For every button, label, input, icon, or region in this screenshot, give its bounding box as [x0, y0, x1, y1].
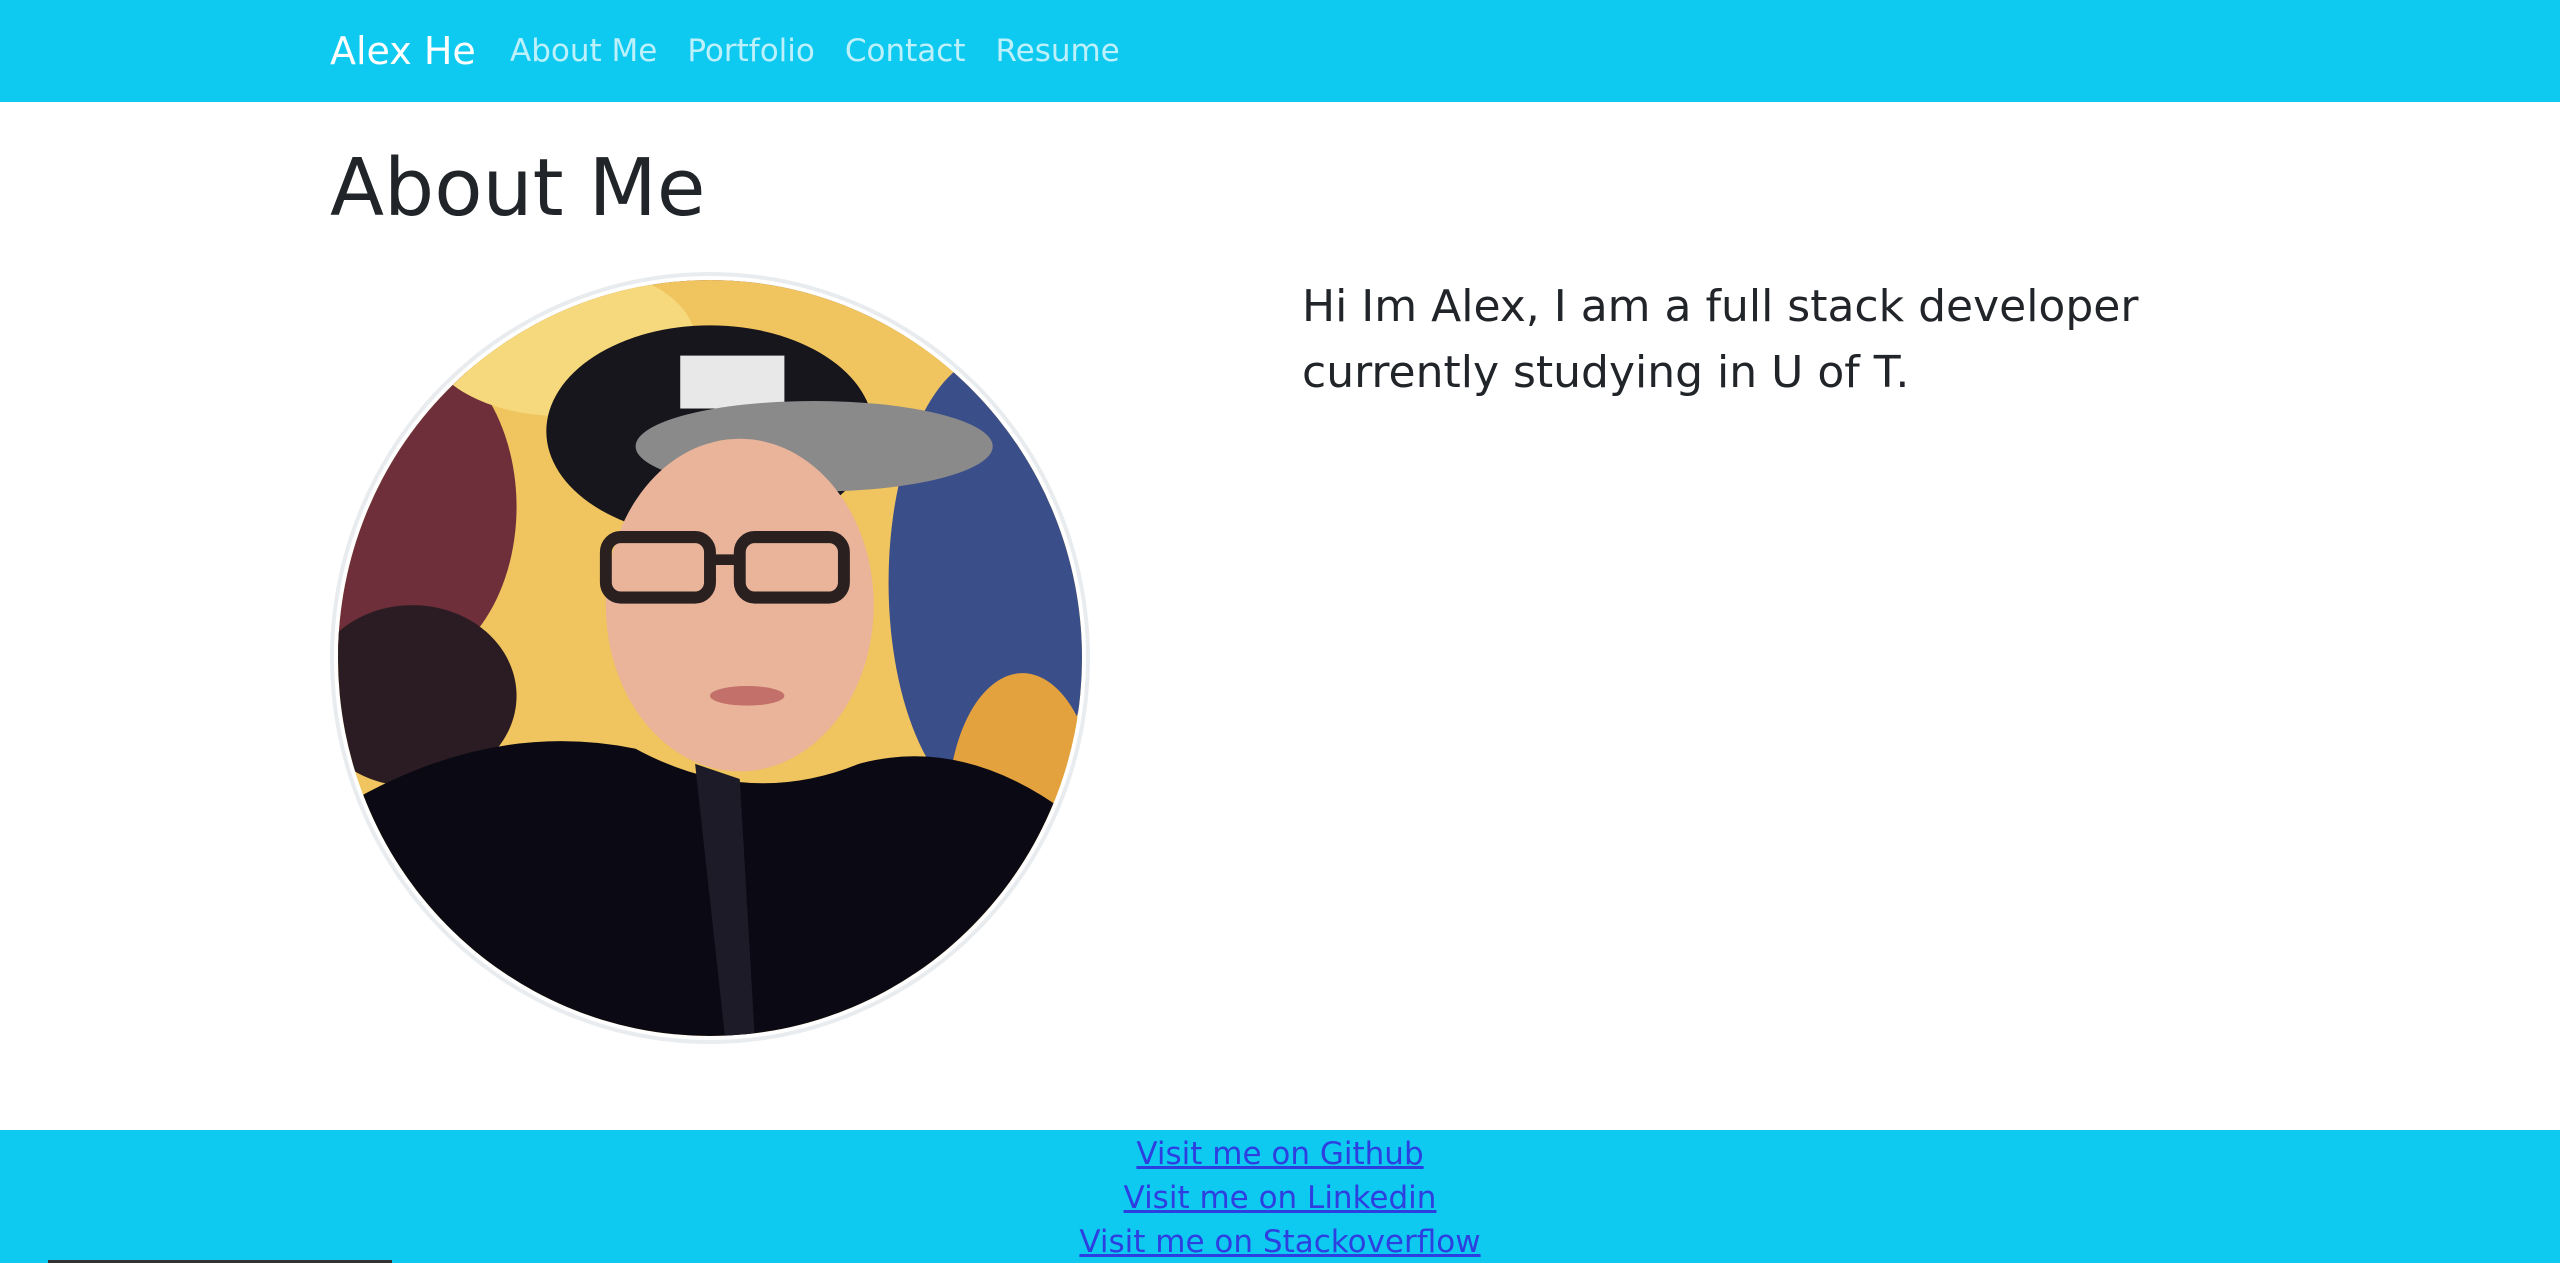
bio-text: Hi Im Alex, I am a full stack developer …: [1302, 281, 2139, 398]
footer-link-linkedin[interactable]: Visit me on Linkedin: [0, 1176, 2560, 1220]
nav-link-resume[interactable]: Resume: [995, 29, 1119, 73]
nav-link-portfolio[interactable]: Portfolio: [687, 29, 815, 73]
brand-link[interactable]: Alex He: [330, 26, 476, 76]
top-navbar: Alex He About Me Portfolio Contact Resum…: [0, 0, 2560, 102]
profile-photo-frame: [330, 272, 1090, 1044]
nav-links: About Me Portfolio Contact Resume: [510, 29, 1150, 73]
footer-link-github[interactable]: Visit me on Github: [0, 1132, 2560, 1176]
page-title: About Me: [330, 142, 706, 234]
nav-link-about-me[interactable]: About Me: [510, 29, 657, 73]
footer: Visit me on Github Visit me on Linkedin …: [0, 1130, 2560, 1263]
footer-link-stackoverflow[interactable]: Visit me on Stackoverflow: [0, 1220, 2560, 1264]
profile-photo-illustration: [338, 280, 1082, 1036]
nav-link-contact[interactable]: Contact: [845, 29, 966, 73]
profile-photo: [338, 280, 1082, 1036]
